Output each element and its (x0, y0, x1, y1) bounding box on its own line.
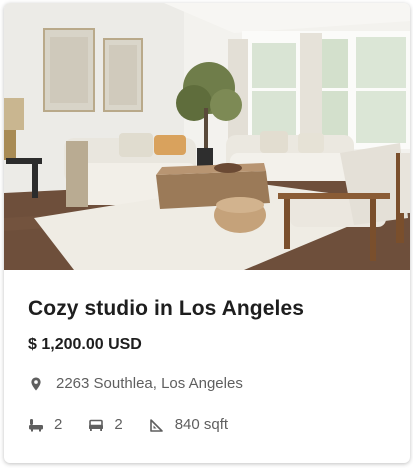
listing-photo[interactable] (4, 3, 410, 270)
listing-price: $ 1,200.00 USD (28, 336, 142, 353)
listing-details: Cozy studio in Los Angeles $ 1,200.00 US… (4, 270, 410, 463)
bedrooms-count: 2 (114, 416, 123, 433)
area-ruler-icon (149, 418, 163, 432)
area-value: 840 sqft (174, 416, 229, 433)
feature-bathrooms: 2 (28, 416, 62, 433)
listing-address: 2263 Southlea, Los Angeles (28, 375, 243, 392)
bathtub-icon (29, 418, 43, 431)
location-pin-icon (31, 377, 41, 390)
listing-card[interactable]: Cozy studio in Los Angeles $ 1,200.00 US… (4, 3, 410, 463)
living-room-image (4, 3, 410, 270)
feature-area: 840 sqft (149, 416, 228, 433)
bed-icon (89, 419, 104, 431)
bathrooms-count: 2 (54, 416, 63, 433)
feature-bedrooms: 2 (88, 416, 123, 433)
address-text: 2263 Southlea, Los Angeles (56, 375, 243, 392)
listing-title[interactable]: Cozy studio in Los Angeles (28, 297, 304, 321)
listing-features: 2 2 840 sqft (28, 416, 254, 433)
